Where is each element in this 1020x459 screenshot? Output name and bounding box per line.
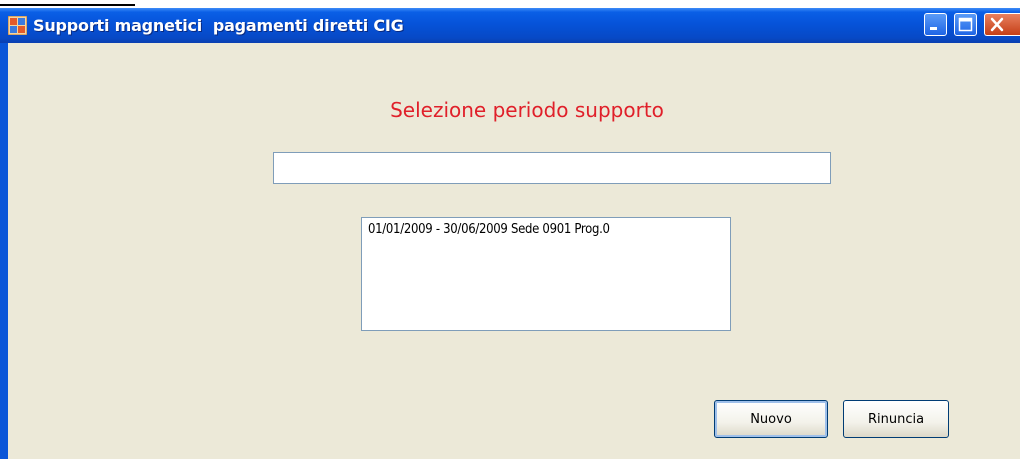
top-strip bbox=[0, 0, 1020, 8]
page-title: Selezione periodo supporto bbox=[390, 98, 664, 122]
minimize-icon bbox=[930, 27, 937, 30]
list-item[interactable]: 01/01/2009 - 30/06/2009 Sede 0901 Prog.0 bbox=[366, 222, 726, 237]
close-icon bbox=[990, 17, 1003, 32]
period-listbox[interactable]: 01/01/2009 - 30/06/2009 Sede 0901 Prog.0 bbox=[361, 217, 731, 331]
maximize-icon bbox=[958, 17, 973, 32]
close-button[interactable] bbox=[984, 13, 1020, 36]
period-input[interactable] bbox=[273, 152, 831, 184]
client-area: Selezione periodo supporto 01/01/2009 - … bbox=[8, 43, 1020, 459]
rinuncia-button[interactable]: Rinuncia bbox=[843, 400, 949, 438]
app-window: Supporti magnetici pagamenti diretti CIG… bbox=[0, 8, 1020, 459]
maximize-button[interactable] bbox=[954, 13, 977, 36]
nuovo-button[interactable]: Nuovo bbox=[714, 400, 828, 438]
app-icon bbox=[8, 16, 27, 35]
top-strip-line bbox=[0, 4, 135, 6]
minimize-button[interactable] bbox=[924, 13, 947, 36]
title-bar[interactable]: Supporti magnetici pagamenti diretti CIG bbox=[0, 8, 1020, 43]
window-title: Supporti magnetici pagamenti diretti CIG bbox=[33, 16, 404, 35]
